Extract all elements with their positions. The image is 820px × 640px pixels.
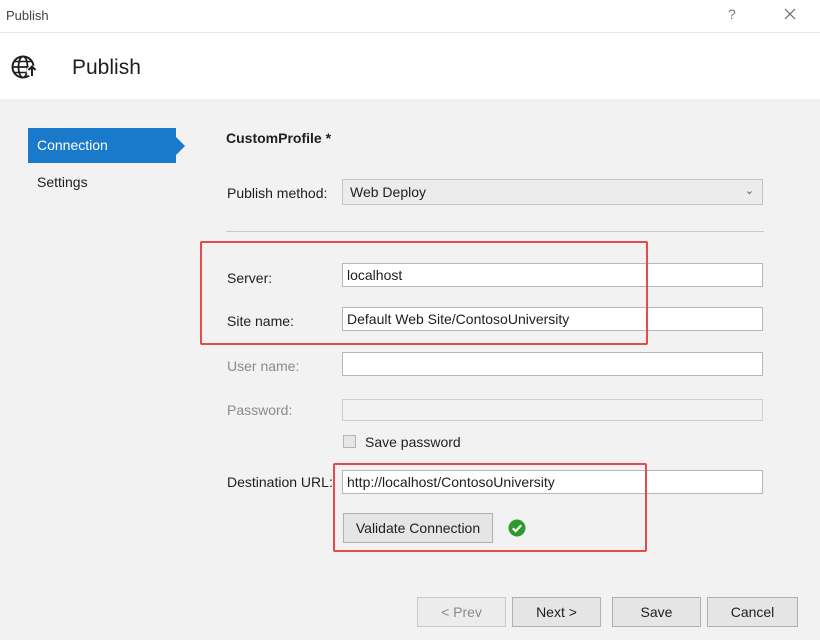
publish-method-value: Web Deploy (350, 184, 427, 200)
help-button[interactable]: ? (728, 6, 736, 22)
nav-item-settings[interactable]: Settings (28, 165, 176, 200)
publish-method-select[interactable]: Web Deploy ⌄ (342, 179, 763, 205)
success-check-icon (508, 519, 526, 537)
dialog-header: Publish (0, 32, 820, 100)
dialog-title: Publish (72, 56, 141, 79)
server-input[interactable] (342, 263, 763, 287)
server-label: Server: (227, 270, 273, 286)
password-input[interactable] (342, 399, 763, 421)
destination-url-label: Destination URL: (227, 474, 333, 490)
validate-connection-button[interactable]: Validate Connection (343, 513, 493, 543)
title-bar: Publish ? (0, 0, 820, 32)
user-name-input[interactable] (342, 352, 763, 376)
close-icon[interactable] (779, 3, 801, 25)
save-button[interactable]: Save (612, 597, 701, 627)
nav-item-connection[interactable]: Connection (28, 128, 185, 163)
nav-item-label: Settings (37, 174, 88, 190)
cancel-button[interactable]: Cancel (707, 597, 798, 627)
chevron-down-icon: ⌄ (744, 185, 754, 197)
window-title: Publish (6, 8, 49, 23)
nav-item-label: Connection (37, 137, 108, 153)
user-name-label: User name: (227, 358, 300, 374)
site-name-input[interactable] (342, 307, 763, 331)
publish-method-label: Publish method: (227, 185, 328, 201)
prev-button[interactable]: < Prev (417, 597, 506, 627)
next-button[interactable]: Next > (512, 597, 601, 627)
save-password-label: Save password (365, 434, 461, 450)
dialog-content: Connection Settings CustomProfile * Publ… (0, 99, 820, 640)
checkbox-box[interactable] (343, 435, 356, 448)
password-label: Password: (227, 402, 293, 418)
globe-publish-icon (11, 55, 38, 79)
destination-url-input[interactable] (342, 470, 763, 494)
site-name-label: Site name: (227, 313, 294, 329)
profile-name: CustomProfile * (226, 130, 332, 146)
section-divider (226, 231, 764, 232)
